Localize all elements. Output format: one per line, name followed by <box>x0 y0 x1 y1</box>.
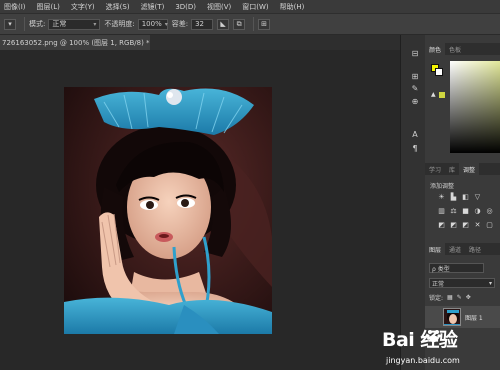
menu-filter[interactable]: 滤镜(T) <box>141 2 165 12</box>
web-safe-swatch[interactable] <box>439 92 445 98</box>
paw-icon <box>426 330 441 343</box>
layers-panel-tabs: 图层 通道 路径 <box>425 243 500 255</box>
menu-image[interactable]: 图像(I) <box>4 2 26 12</box>
mode-select[interactable]: 正常 ▾ <box>48 18 101 30</box>
document-tab-bar: 726163052.png @ 100% (图层 1, RGB/8) * × <box>0 35 400 50</box>
tool-preset-icon[interactable]: ▾ <box>4 18 16 30</box>
opacity-select[interactable]: 100% ▾ <box>137 18 168 30</box>
tab-layers[interactable]: 图层 <box>425 243 446 255</box>
tab-learn[interactable]: 学习 <box>425 163 445 175</box>
menu-layer[interactable]: 图层(L) <box>37 2 60 12</box>
menu-select[interactable]: 选择(S) <box>106 2 130 12</box>
layer-filter-select[interactable]: ρ 类型 <box>429 263 484 273</box>
lock-row: 锁定: ▦ ✎ ✥ <box>429 293 475 302</box>
contiguous-icon[interactable]: ⧉ <box>233 18 246 30</box>
adjust-panel-tabs: 学习 库 调整 <box>425 163 500 175</box>
color-picker-field[interactable] <box>450 61 500 153</box>
tolerance-value: 32 <box>195 20 204 28</box>
portrait-image <box>64 87 272 334</box>
lock-paint-icon[interactable]: ✎ <box>457 294 462 301</box>
blend-mode-select[interactable]: 正常 ▾ <box>429 278 495 288</box>
background-color-swatch[interactable] <box>435 68 443 76</box>
channel-mixer-icon[interactable]: ◎ <box>485 207 494 215</box>
balance-icon[interactable]: ⚖ <box>449 207 458 215</box>
opacity-label: 不透明度: <box>104 20 135 28</box>
tab-color[interactable]: 颜色 <box>425 43 446 55</box>
chevron-down-icon: ▾ <box>488 279 492 287</box>
tab-adjustments[interactable]: 调整 <box>459 163 480 175</box>
watermark-url: jingyan.baidu.com <box>386 356 460 365</box>
watermark-logo-text: Bai 经验 <box>382 329 458 351</box>
lock-move-icon[interactable]: ✥ <box>466 294 471 301</box>
adjust-row-3: ◩ ◩ ◩ ✕ ▢ <box>437 221 497 229</box>
menu-bar: 图像(I) 图层(L) 文字(Y) 选择(S) 滤镜(T) 3D(D) 视图(V… <box>0 0 500 13</box>
document-tab[interactable]: 726163052.png @ 100% (图层 1, RGB/8) * × <box>0 35 150 50</box>
vibrance-icon[interactable]: ▽ <box>473 193 482 201</box>
layer-thumb-image <box>444 309 460 325</box>
selective-color-icon[interactable]: ✕ <box>473 221 482 229</box>
antialias-icon[interactable]: ◣ <box>217 18 230 30</box>
blend-mode-value: 正常 <box>432 280 445 288</box>
chevron-down-icon: ▾ <box>164 20 168 28</box>
gradient-map-icon[interactable]: ▢ <box>485 221 494 229</box>
curves-icon[interactable]: ◧ <box>461 193 470 201</box>
layer-name: 图层 1 <box>465 314 483 322</box>
mode-value: 正常 <box>52 20 67 28</box>
character-icon[interactable]: ⊟ <box>409 48 421 58</box>
tolerance-label: 容差: <box>171 20 189 28</box>
text-a-icon[interactable]: A <box>409 129 421 139</box>
invert-icon[interactable]: ◩ <box>437 221 446 229</box>
adjust-row-2: ▥ ⚖ ■ ◑ ◎ <box>437 207 497 215</box>
divider <box>24 17 25 31</box>
layer-thumbnail <box>443 308 461 326</box>
lock-pixels-icon[interactable]: ▦ <box>447 294 453 301</box>
canvas-area[interactable] <box>0 50 400 370</box>
options-bar: ▾ 模式: 正常 ▾ 不透明度: 100% ▾ 容差: 32 ◣ ⧉ ⊞ <box>0 13 500 35</box>
brush-icon[interactable]: ✎ <box>409 83 421 93</box>
canvas-photo[interactable] <box>64 87 272 334</box>
posterize-icon[interactable]: ◩ <box>449 221 458 229</box>
tab-paths[interactable]: 路径 <box>465 243 485 255</box>
bw-icon[interactable]: ■ <box>461 207 470 215</box>
baidu-watermark: Bai 经验 jingyan.baidu.com <box>382 325 500 370</box>
divider <box>253 17 255 31</box>
sample-all-icon[interactable]: ⊞ <box>258 18 271 30</box>
paragraph-icon[interactable]: ⊞ <box>409 71 421 81</box>
opacity-value: 100% <box>141 20 162 28</box>
hue-icon[interactable]: ▥ <box>437 207 446 215</box>
adjust-title: 添加调整 <box>430 183 455 190</box>
document-title: 726163052.png @ 100% (图层 1, RGB/8) * <box>2 38 150 47</box>
chevron-down-icon: ▾ <box>93 20 97 28</box>
lock-label: 锁定: <box>429 295 444 302</box>
layer-filter-label: ρ 类型 <box>432 265 450 273</box>
tab-channels[interactable]: 通道 <box>445 243 465 255</box>
panel-dock: ⊟ ⊞ ✎ ⊕ A ¶ <box>400 35 425 370</box>
tab-library[interactable]: 库 <box>445 163 459 175</box>
menu-3d[interactable]: 3D(D) <box>175 3 196 11</box>
menu-type[interactable]: 文字(Y) <box>71 2 95 12</box>
menu-view[interactable]: 视图(V) <box>207 2 231 12</box>
menu-window[interactable]: 窗口(W) <box>242 2 268 12</box>
tab-swatches[interactable]: 色板 <box>445 43 465 55</box>
gamut-warning-icon[interactable]: ▲ <box>431 91 436 98</box>
mode-label: 模式: <box>29 20 46 28</box>
right-panels: 颜色 色板 ▲ 学习 库 调整 添加调整 ☀ ▙ ◧ ▽ ▥ ⚖ ■ ◑ ◎ ◩… <box>425 35 500 370</box>
menu-help[interactable]: 帮助(H) <box>280 2 305 12</box>
threshold-icon[interactable]: ◩ <box>461 221 470 229</box>
photo-filter-icon[interactable]: ◑ <box>473 207 482 215</box>
levels-icon[interactable]: ▙ <box>449 193 458 201</box>
tolerance-input[interactable]: 32 <box>191 18 214 30</box>
color-panel-tabs: 颜色 色板 <box>425 43 500 55</box>
brightness-icon[interactable]: ☀ <box>437 193 446 201</box>
adjust-row-1: ☀ ▙ ◧ ▽ <box>437 193 485 201</box>
pilcrow-icon[interactable]: ¶ <box>409 143 421 153</box>
